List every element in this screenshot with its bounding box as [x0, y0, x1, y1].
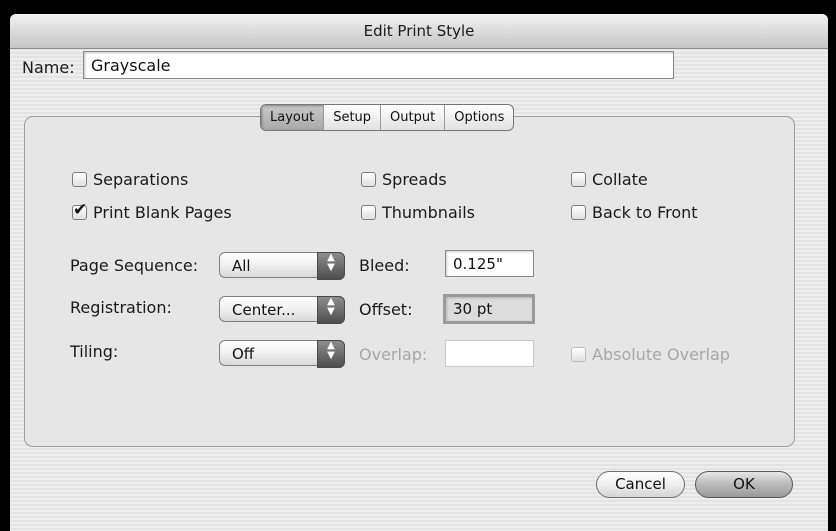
registration-value: Center...: [232, 301, 296, 319]
page-sequence-label: Page Sequence:: [70, 256, 199, 275]
up-down-arrows-icon: ▲ ▼: [317, 340, 345, 368]
overlap-input: [445, 340, 534, 367]
tiling-popup[interactable]: Off ▲ ▼: [219, 340, 345, 368]
offset-label: Offset:: [359, 300, 413, 319]
checkbox-box: ✔: [72, 200, 87, 220]
checkbox-box: [361, 171, 376, 187]
absolute-overlap-checkbox: Absolute Overlap: [571, 344, 730, 364]
name-label: Name:: [22, 58, 75, 77]
collate-checkbox[interactable]: Collate: [571, 169, 648, 189]
window-title: Edit Print Style: [363, 22, 475, 40]
tiling-label: Tiling:: [70, 342, 119, 361]
absolute-overlap-label: Absolute Overlap: [592, 344, 730, 364]
back-to-front-label: Back to Front: [592, 202, 698, 222]
registration-label: Registration:: [70, 298, 172, 317]
checkbox-box: [571, 171, 586, 187]
spreads-label: Spreads: [382, 169, 447, 189]
up-down-arrows-icon: ▲ ▼: [317, 296, 345, 324]
settings-group-box: [24, 116, 795, 447]
thumbnails-checkbox[interactable]: Thumbnails: [361, 202, 475, 222]
tab-setup[interactable]: Setup: [323, 105, 380, 130]
separations-label: Separations: [93, 169, 189, 189]
back-to-front-checkbox[interactable]: Back to Front: [571, 202, 698, 222]
offset-input[interactable]: [443, 294, 535, 324]
separations-checkbox[interactable]: Separations: [72, 169, 188, 189]
checkbox-box: [72, 171, 87, 187]
up-down-arrows-icon: ▲ ▼: [317, 252, 345, 280]
checkmark-icon: ✔: [73, 199, 88, 220]
bleed-label: Bleed:: [359, 256, 410, 275]
checkbox-box: [361, 204, 376, 220]
registration-popup[interactable]: Center... ▲ ▼: [219, 296, 345, 324]
spreads-checkbox[interactable]: Spreads: [361, 169, 447, 189]
checkbox-box: [571, 204, 586, 220]
tiling-value: Off: [232, 345, 255, 363]
bleed-input[interactable]: [445, 250, 534, 277]
tab-layout[interactable]: Layout: [261, 105, 324, 130]
thumbnails-label: Thumbnails: [382, 202, 475, 222]
page-sequence-popup[interactable]: All ▲ ▼: [219, 252, 345, 280]
overlap-label: Overlap:: [359, 345, 428, 364]
print-blank-pages-checkbox[interactable]: ✔ Print Blank Pages: [72, 200, 232, 222]
tab-bar: Layout Setup Output Options: [260, 104, 515, 131]
name-input[interactable]: [83, 51, 674, 79]
collate-label: Collate: [592, 169, 648, 189]
page-sequence-value: All: [232, 257, 251, 275]
ok-button[interactable]: OK: [695, 471, 793, 498]
cancel-button[interactable]: Cancel: [596, 471, 685, 498]
tab-output[interactable]: Output: [380, 105, 444, 130]
checkbox-box: [571, 346, 586, 362]
print-blank-pages-label: Print Blank Pages: [93, 202, 232, 222]
title-bar[interactable]: Edit Print Style: [10, 14, 828, 49]
tab-options[interactable]: Options: [444, 105, 513, 130]
